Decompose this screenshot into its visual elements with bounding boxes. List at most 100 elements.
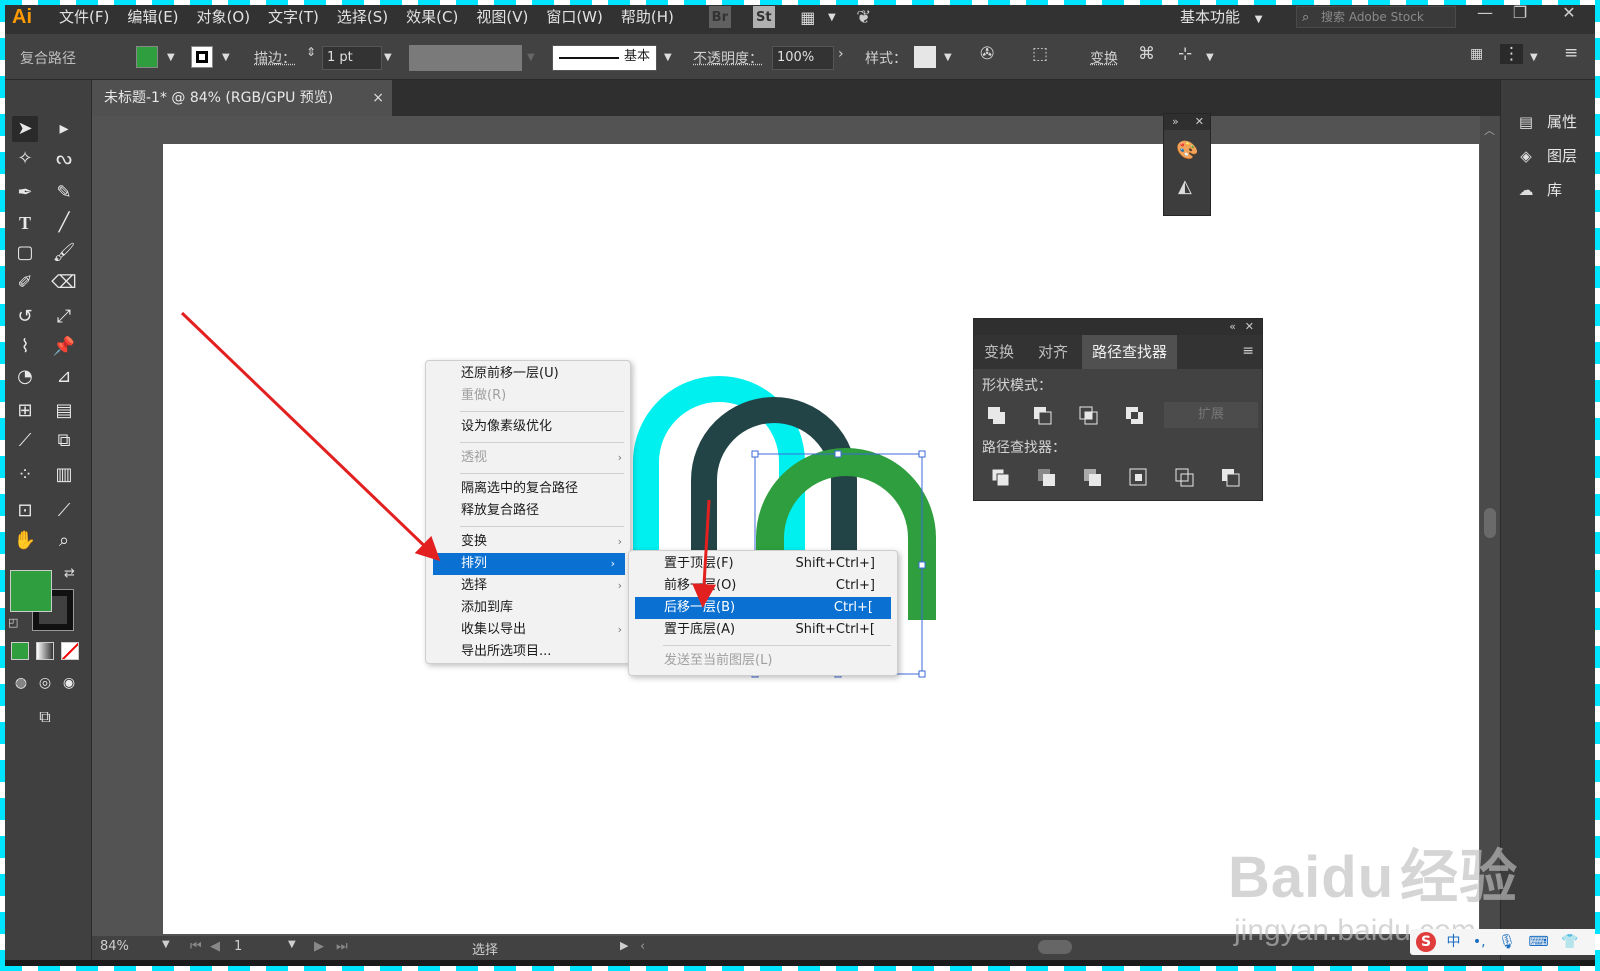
opacity-field[interactable]: 100% [772, 46, 834, 70]
menu-edit[interactable]: 编辑(E) [118, 0, 187, 34]
status-menu-icon[interactable]: ▶ [620, 939, 628, 952]
merge-icon[interactable] [1080, 464, 1106, 490]
properties-toggle-icon[interactable]: ⋮ [1500, 44, 1523, 64]
expand-button[interactable]: 扩展 [1164, 402, 1258, 428]
horizontal-scroll-thumb[interactable] [1038, 940, 1072, 954]
gradient-tool-icon[interactable]: ▤ [51, 398, 77, 424]
stroke-swatch[interactable] [191, 46, 213, 68]
draw-normal-icon[interactable]: ◍ [8, 670, 34, 696]
minus-front-icon[interactable] [1030, 402, 1056, 428]
close-panel-icon[interactable]: ✕ [1245, 320, 1254, 333]
tab-align[interactable]: 对齐 [1028, 335, 1078, 369]
column-graph-tool-icon[interactable]: ▥ [51, 462, 77, 488]
recolor-artwork-icon[interactable]: ✇ [980, 44, 994, 64]
chevron-down-icon[interactable]: ▼ [162, 939, 170, 950]
eraser-tool-icon[interactable]: ⌫ [51, 270, 77, 296]
first-artboard-icon[interactable]: ⏮ [190, 939, 202, 954]
close-tab-icon[interactable]: × [372, 80, 384, 116]
stroke-label[interactable]: 描边： [254, 48, 296, 68]
unite-icon[interactable] [984, 402, 1010, 428]
fill-swatch[interactable] [136, 46, 158, 68]
vertical-scroll-thumb[interactable] [1484, 508, 1496, 538]
gradient-mode-icon[interactable] [36, 642, 54, 660]
arrange-panels-icon[interactable]: ▦ [1470, 46, 1483, 62]
default-colors-icon[interactable]: ◰ [8, 616, 18, 629]
stepper-icon[interactable]: ⇕ [306, 45, 316, 59]
chevron-down-icon[interactable]: ▼ [664, 52, 672, 63]
artboard-number[interactable]: 1 [234, 939, 242, 954]
chevron-down-icon[interactable]: ▼ [1530, 52, 1538, 63]
chevron-down-icon[interactable]: ▼ [384, 52, 392, 63]
menu-item-undo[interactable]: 还原前移一层(U) [426, 363, 632, 385]
menu-type[interactable]: 文字(T) [259, 0, 328, 34]
rotate-tool-icon[interactable]: ↺ [12, 304, 38, 330]
vertical-scrollbar[interactable]: ︿ [1480, 116, 1500, 936]
chevron-down-icon[interactable]: ▼ [1206, 52, 1214, 63]
eyedropper-tool-icon[interactable]: ⟋ [12, 428, 38, 454]
chevron-down-icon[interactable]: ▼ [167, 52, 175, 63]
menu-window[interactable]: 窗口(W) [537, 0, 612, 34]
ime-language[interactable]: 中 [1446, 934, 1460, 950]
tab-transform[interactable]: 变换 [974, 335, 1024, 369]
outline-icon[interactable] [1172, 464, 1198, 490]
menu-item-collect-for-export[interactable]: 收集以导出 › [426, 619, 632, 641]
direct-selection-tool-icon[interactable]: ▸ [51, 116, 77, 142]
paintbrush-tool-icon[interactable]: 🖌 [51, 240, 77, 266]
stock-search-input[interactable]: ⌕ 搜索 Adobe Stock [1296, 6, 1456, 28]
selection-tool-icon[interactable]: ➤ [12, 116, 38, 142]
menu-item-isolate-compound-path[interactable]: 隔离选中的复合路径 [426, 478, 632, 500]
menu-item-add-to-library[interactable]: 添加到库 [426, 597, 632, 619]
lasso-tool-icon[interactable]: ᔓ [51, 146, 77, 172]
transform-link[interactable]: 变换 [1090, 48, 1118, 68]
minus-back-icon[interactable] [1218, 464, 1244, 490]
puppet-warp-tool-icon[interactable]: 📌 [51, 334, 77, 360]
chevron-down-icon[interactable]: ▼ [821, 6, 843, 28]
properties-panel-tab[interactable]: ▤ 属性 [1515, 108, 1577, 136]
stock-button[interactable]: St [752, 6, 775, 28]
menu-item-arrange[interactable]: 排列 › [433, 553, 625, 575]
close-panel-icon[interactable]: ✕ [1195, 115, 1204, 128]
chevron-right-icon[interactable]: › [838, 46, 844, 62]
scroll-left-icon[interactable]: ‹ [640, 939, 645, 954]
artboard[interactable] [163, 144, 1479, 934]
scroll-up-icon[interactable]: ︿ [1484, 122, 1495, 138]
shaper-tool-icon[interactable]: ✐ [12, 270, 38, 296]
collapse-panel-icon[interactable]: « [1229, 320, 1236, 333]
gradient-panel-icon[interactable]: ◭ [1178, 176, 1192, 197]
chevron-down-icon[interactable]: ▼ [944, 52, 952, 63]
menu-file[interactable]: 文件(F) [50, 0, 118, 34]
chevron-down-icon[interactable]: ▼ [288, 939, 296, 950]
menu-view[interactable]: 视图(V) [467, 0, 537, 34]
puppet-warp-icon[interactable]: ⊹ [1178, 44, 1192, 64]
menu-select[interactable]: 选择(S) [328, 0, 397, 34]
menu-item-send-backward[interactable]: 后移一层(B) Ctrl+[ [635, 597, 891, 619]
none-mode-icon[interactable] [61, 642, 79, 660]
pen-tool-icon[interactable]: ✒ [12, 180, 38, 206]
shape-builder-tool-icon[interactable]: ◔ [12, 364, 38, 390]
screen-mode-icon[interactable]: ⧉ [32, 704, 58, 730]
menu-item-transform[interactable]: 变换 › [426, 531, 632, 553]
menu-help[interactable]: 帮助(H) [612, 0, 683, 34]
keyboard-icon[interactable]: ⌨ [1528, 934, 1548, 950]
chevron-down-icon[interactable]: ▼ [222, 52, 230, 63]
variable-width-profile[interactable] [409, 45, 522, 71]
zoom-tool-icon[interactable]: ⌕ [51, 528, 77, 554]
scale-tool-icon[interactable]: ⤢ [51, 304, 77, 330]
zoom-level[interactable]: 84% [100, 939, 129, 954]
rectangle-tool-icon[interactable]: ▢ [12, 240, 38, 266]
color-mode-icon[interactable] [11, 642, 29, 660]
hand-tool-icon[interactable]: ✋ [12, 528, 38, 554]
next-artboard-icon[interactable]: ▶ [314, 939, 324, 954]
bridge-button[interactable]: Br [708, 6, 731, 28]
menu-item-export-selection[interactable]: 导出所选项目... [426, 641, 632, 663]
symbol-sprayer-tool-icon[interactable]: ⁘ [12, 462, 38, 488]
panel-menu-icon[interactable]: ≡ [1242, 343, 1254, 359]
artboard-tool-icon[interactable]: ⊡ [12, 498, 38, 524]
menu-item-bring-to-front[interactable]: 置于顶层(F) Shift+Ctrl+] [629, 553, 899, 575]
previous-artboard-icon[interactable]: ◀ [210, 939, 220, 954]
line-tool-icon[interactable]: ╱ [51, 210, 77, 236]
crop-icon[interactable] [1126, 464, 1152, 490]
swap-colors-icon[interactable]: ⇄ [64, 566, 75, 581]
expand-panel-icon[interactable]: » [1172, 115, 1179, 128]
divide-icon[interactable] [988, 464, 1014, 490]
